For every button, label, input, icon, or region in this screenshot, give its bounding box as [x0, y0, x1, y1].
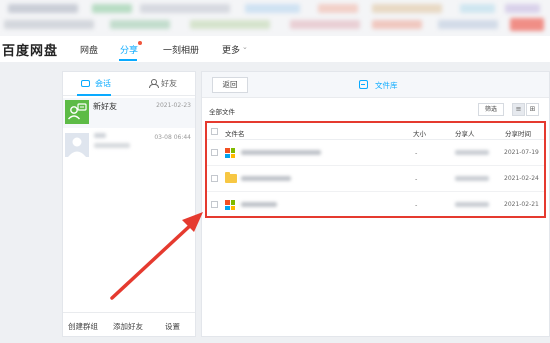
annotation-arrow-icon	[110, 212, 203, 300]
